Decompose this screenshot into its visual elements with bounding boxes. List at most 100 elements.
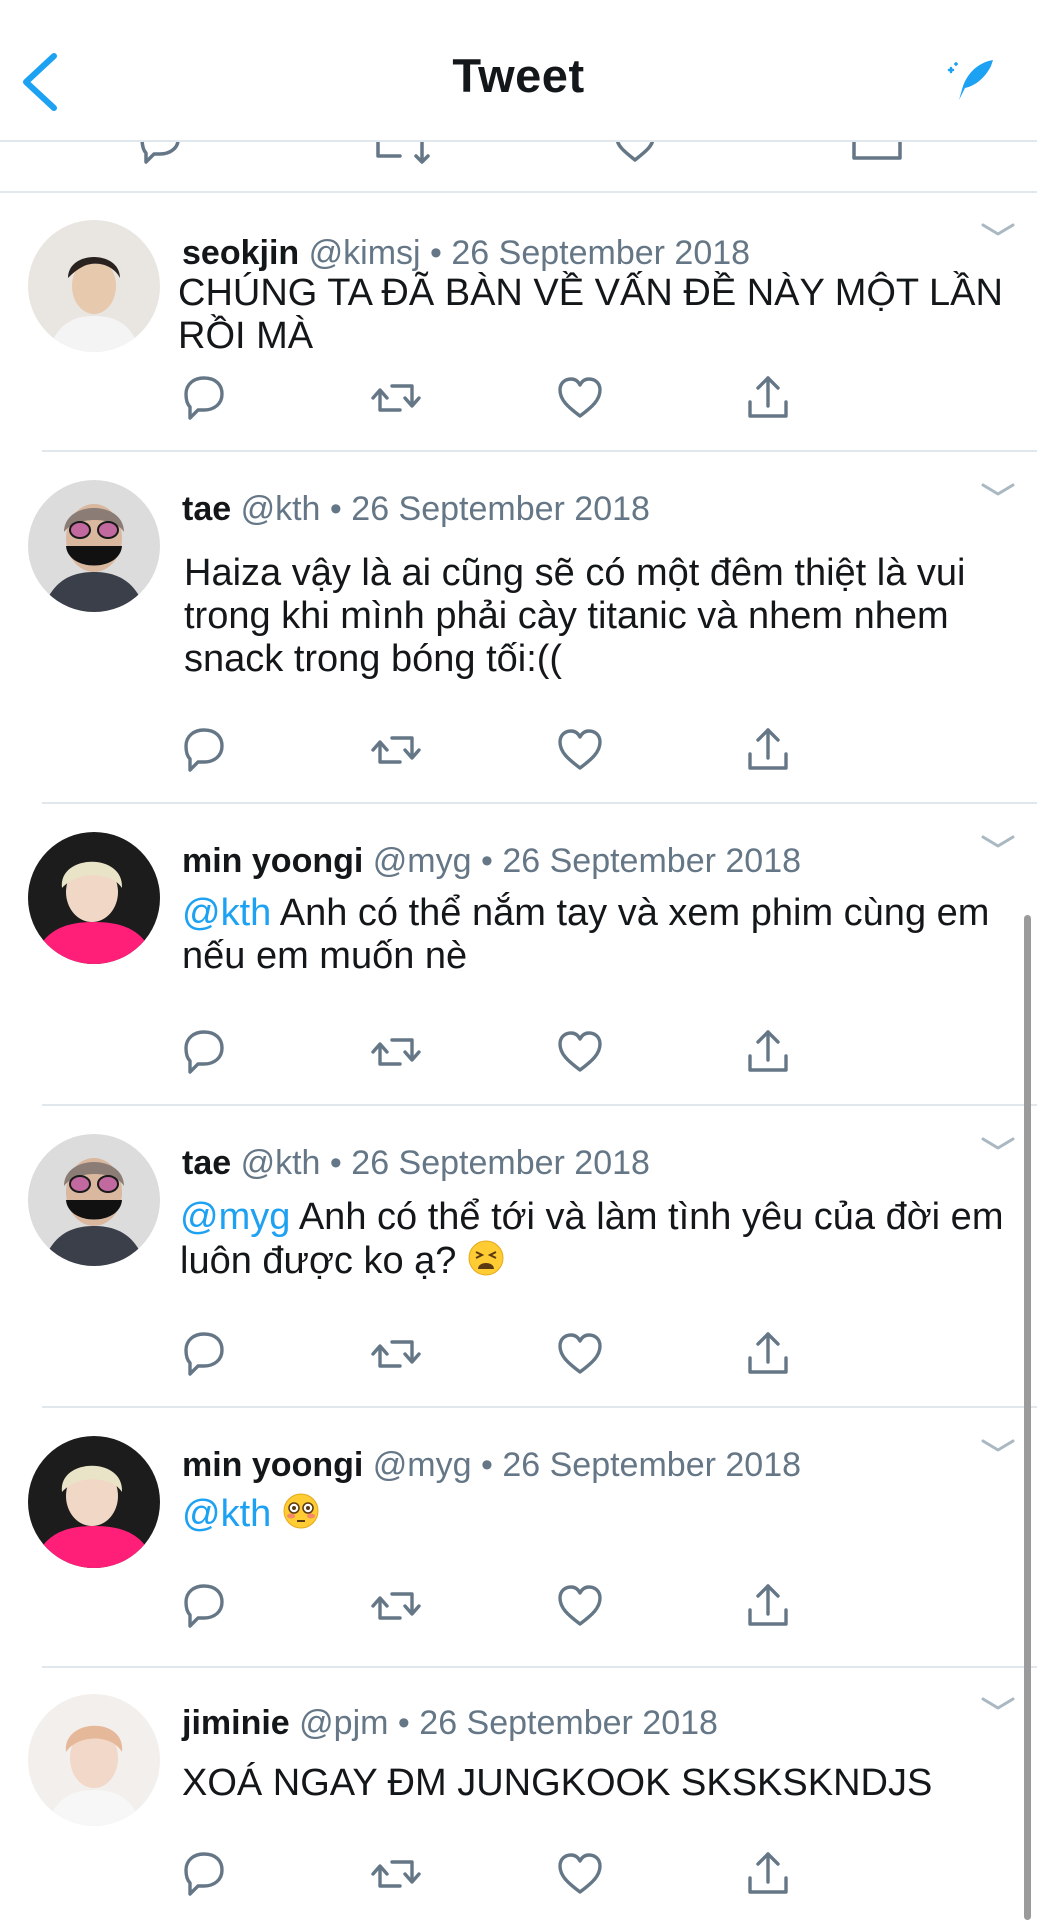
- tweet-header: tae @kth • 26 September 2018: [182, 1144, 650, 1183]
- tweet-text: @kth: [182, 1492, 1012, 1536]
- like-heart-icon: [558, 377, 602, 418]
- display-name[interactable]: tae: [182, 490, 231, 528]
- handle: @myg: [372, 842, 472, 880]
- tweet[interactable]: tae @kth • 26 September 2018 @myg Anh có …: [0, 1106, 1037, 1408]
- timestamp: 26 September 2018: [351, 490, 650, 528]
- share-icon: [748, 728, 788, 770]
- chevron-down-icon: [981, 1137, 1015, 1150]
- tweet-options-button[interactable]: [980, 1134, 1016, 1154]
- like-button[interactable]: [552, 722, 608, 778]
- tweet-text: Haiza vậy là ai cũng sẽ có một đêm thiệt…: [184, 552, 1014, 681]
- tweet-text: XOÁ NGAY ĐM JUNGKOOK SKSKSKNDJS: [182, 1762, 1012, 1805]
- tweet-actions: [0, 1326, 1037, 1382]
- tweet[interactable]: min yoongi @myg • 26 September 2018 @kth …: [0, 804, 1037, 1106]
- like-heart-icon: [558, 729, 602, 770]
- top-nav-bar: Tweet: [0, 0, 1037, 142]
- chevron-down-icon: [981, 1439, 1015, 1452]
- like-button[interactable]: [552, 370, 608, 426]
- display-name[interactable]: jiminie: [182, 1704, 290, 1742]
- reply-button[interactable]: [176, 370, 232, 426]
- share-icon: [748, 1030, 788, 1072]
- like-heart-icon: [558, 1333, 602, 1374]
- retweet-button[interactable]: [368, 1578, 424, 1634]
- tweet-text-content: Haiza vậy là ai cũng sẽ có một đêm thiệt…: [184, 552, 966, 680]
- display-name[interactable]: tae: [182, 1144, 231, 1182]
- share-button[interactable]: [740, 1846, 796, 1902]
- share-icon: [748, 1584, 788, 1626]
- reply-icon: [184, 1332, 224, 1376]
- display-name[interactable]: min yoongi: [182, 1446, 363, 1484]
- avatar[interactable]: [28, 220, 160, 352]
- tweet-options-button[interactable]: [980, 480, 1016, 500]
- like-button[interactable]: [552, 1024, 608, 1080]
- mention-link[interactable]: @kth: [182, 892, 271, 934]
- separator-dot: •: [329, 490, 342, 528]
- tweet-header: tae @kth • 26 September 2018: [182, 490, 650, 529]
- chevron-down-icon: [981, 483, 1015, 496]
- tweet[interactable]: seokjin @kimsj • 26 September 2018 CHÚNG …: [0, 192, 1037, 452]
- share-button[interactable]: [740, 1326, 796, 1382]
- reply-icon: [140, 142, 180, 164]
- retweet-icon: [371, 1860, 421, 1888]
- tweet-header: seokjin @kimsj • 26 September 2018: [182, 234, 750, 273]
- tweet-options-button[interactable]: [980, 1694, 1016, 1714]
- chevron-down-icon: [981, 223, 1015, 236]
- tweet-header: jiminie @pjm • 26 September 2018: [182, 1704, 718, 1743]
- tweet-options-button[interactable]: [980, 832, 1016, 852]
- tweet[interactable]: min yoongi @myg • 26 September 2018 @kth: [0, 1408, 1037, 1668]
- like-button[interactable]: [552, 1326, 608, 1382]
- compose-tweet-button[interactable]: [945, 56, 997, 104]
- like-button[interactable]: [552, 1846, 608, 1902]
- reply-button[interactable]: [176, 1024, 232, 1080]
- retweet-icon: [371, 1592, 421, 1620]
- retweet-button[interactable]: [368, 1024, 424, 1080]
- display-name[interactable]: min yoongi: [182, 842, 363, 880]
- reply-button[interactable]: [176, 1326, 232, 1382]
- tweet[interactable]: tae @kth • 26 September 2018 Haiza vậy là…: [0, 452, 1037, 804]
- retweet-button[interactable]: [368, 1846, 424, 1902]
- reply-icon: [184, 1852, 224, 1896]
- page-title: Tweet: [452, 49, 585, 102]
- tweet-actions: [0, 1024, 1037, 1080]
- handle: @kth: [240, 490, 321, 528]
- share-icon: [748, 1332, 788, 1374]
- mention-link[interactable]: @kth: [182, 1493, 271, 1535]
- scrollbar[interactable]: [1024, 915, 1031, 1920]
- timestamp: 26 September 2018: [502, 842, 802, 880]
- avatar[interactable]: [28, 1694, 160, 1826]
- tweet[interactable]: jiminie @pjm • 26 September 2018 XOÁ NGAY…: [0, 1666, 1037, 1920]
- share-button[interactable]: [740, 1578, 796, 1634]
- like-heart-icon: [558, 1585, 602, 1626]
- avatar[interactable]: [28, 1436, 160, 1568]
- tweet-text: CHÚNG TA ĐÃ BÀN VỀ VẤN ĐỀ NÀY MỘT LẦN RỒ…: [178, 272, 1008, 358]
- reply-icon: [184, 376, 224, 420]
- separator-dot: •: [430, 234, 442, 272]
- share-icon: [748, 1852, 788, 1894]
- retweet-button[interactable]: [368, 370, 424, 426]
- handle: @pjm: [299, 1704, 389, 1742]
- retweet-icon: [371, 1038, 421, 1066]
- separator-dot: •: [397, 1704, 410, 1742]
- share-button[interactable]: [740, 1024, 796, 1080]
- tweet-options-button[interactable]: [980, 1436, 1016, 1456]
- separator-dot: •: [329, 1144, 342, 1182]
- reply-button[interactable]: [176, 722, 232, 778]
- display-name[interactable]: seokjin: [182, 234, 299, 272]
- tweet-header: min yoongi @myg • 26 September 2018: [182, 1446, 801, 1485]
- share-button[interactable]: [740, 370, 796, 426]
- retweet-icon: [371, 1340, 421, 1368]
- reply-button[interactable]: [176, 1846, 232, 1902]
- retweet-button[interactable]: [368, 722, 424, 778]
- reply-button[interactable]: [176, 1578, 232, 1634]
- avatar[interactable]: [28, 832, 160, 964]
- like-button[interactable]: [552, 1578, 608, 1634]
- handle: @kimsj: [308, 234, 421, 272]
- avatar[interactable]: [28, 480, 160, 612]
- timestamp: 26 September 2018: [419, 1704, 718, 1742]
- tweet-options-button[interactable]: [980, 220, 1016, 240]
- mention-link[interactable]: @myg: [180, 1196, 290, 1238]
- share-button[interactable]: [740, 722, 796, 778]
- separator-dot: •: [480, 1446, 493, 1484]
- avatar[interactable]: [28, 1134, 160, 1266]
- retweet-button[interactable]: [368, 1326, 424, 1382]
